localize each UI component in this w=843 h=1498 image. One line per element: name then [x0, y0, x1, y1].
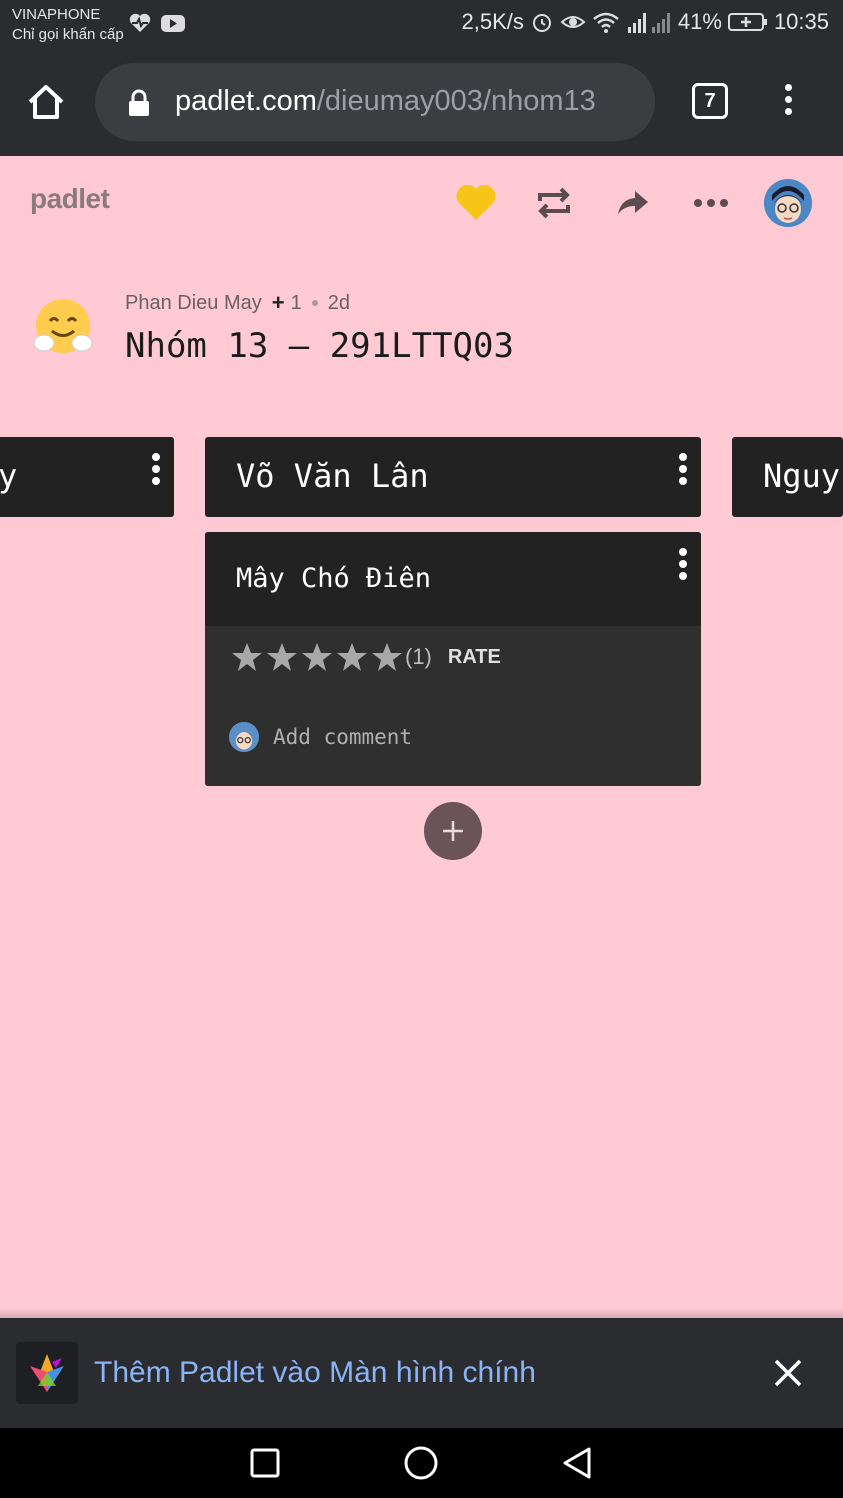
star-icon[interactable]	[336, 642, 368, 672]
column-title: Nguy	[763, 457, 841, 495]
column-header-left[interactable]: y	[0, 437, 174, 517]
system-nav-bar	[0, 1428, 843, 1498]
back-button[interactable]	[557, 1443, 597, 1483]
padlet-app-icon	[16, 1342, 78, 1404]
youtube-icon	[161, 15, 185, 32]
contributors-count: 1	[290, 291, 302, 314]
star-icon[interactable]	[231, 642, 263, 672]
post-menu-icon[interactable]	[678, 548, 688, 584]
signal-icon	[627, 13, 670, 33]
eye-icon	[560, 16, 586, 28]
repeat-icon	[538, 187, 570, 219]
carrier-info: VINAPHONE Chỉ gọi khẩn cấp	[12, 5, 124, 45]
like-button[interactable]	[453, 180, 499, 226]
commenter-avatar	[229, 722, 259, 752]
add-post-button[interactable]	[424, 802, 482, 860]
battery-icon	[727, 13, 767, 31]
more-vert-icon[interactable]	[776, 80, 800, 124]
post-card[interactable]: Mây Chó Điên (1) RATE Add comment	[205, 532, 701, 786]
plus-icon	[443, 821, 463, 841]
status-indicators: 2,5K/s 41% 10:35	[462, 9, 829, 35]
square-icon	[250, 1448, 280, 1478]
hugging-face-emoji-icon	[32, 296, 94, 358]
wifi-icon	[593, 12, 619, 33]
add-to-homescreen-banner[interactable]: Thêm Padlet vào Màn hình chính	[0, 1318, 843, 1428]
author-name: Phan Dieu May	[125, 291, 262, 314]
rating-stars[interactable]	[231, 642, 403, 672]
avatar-image	[764, 179, 812, 227]
user-avatar[interactable]	[764, 179, 812, 227]
url-text[interactable]: padlet.com/dieumay003/nhom13	[175, 85, 635, 118]
heart-icon	[456, 184, 496, 220]
column-menu-icon[interactable]	[678, 453, 688, 489]
column-title: Võ Văn Lân	[236, 457, 429, 495]
recents-button[interactable]	[245, 1443, 285, 1483]
circle-icon	[404, 1446, 438, 1480]
star-icon[interactable]	[301, 642, 333, 672]
carrier-status: Chỉ gọi khẩn cấp	[12, 26, 124, 43]
clock: 10:35	[773, 9, 829, 34]
close-banner-button[interactable]	[770, 1355, 806, 1391]
post-title: Mây Chó Điên	[236, 563, 432, 594]
tab-switcher-button[interactable]: 7	[692, 83, 728, 119]
share-icon	[618, 191, 648, 214]
column-title: y	[0, 457, 18, 495]
carrier-name: VINAPHONE	[12, 6, 101, 23]
alarm-icon	[532, 14, 551, 32]
column-header-center[interactable]: Võ Văn Lân	[205, 437, 701, 517]
remake-button[interactable]	[531, 180, 577, 226]
star-icon[interactable]	[371, 642, 403, 672]
contributors-plus: +	[271, 290, 285, 315]
padlet-logo[interactable]: padlet	[30, 183, 110, 215]
home-icon	[28, 85, 64, 119]
rating-count: (1)	[405, 644, 432, 669]
column-header-right[interactable]: Nguy	[732, 437, 843, 517]
meta-separator	[311, 300, 318, 306]
status-bar: VINAPHONE Chỉ gọi khẩn cấp 2,5K/s 41% 10…	[0, 0, 843, 50]
home-nav-button[interactable]	[401, 1443, 441, 1483]
battery-percent: 41%	[677, 9, 722, 34]
page-title: Nhóm 13 – 291LTTQ03	[125, 326, 514, 366]
more-horiz-icon	[694, 199, 728, 207]
net-speed: 2,5K/s	[461, 9, 524, 34]
more-options-button[interactable]	[688, 180, 734, 226]
share-button[interactable]	[610, 180, 656, 226]
back-triangle-icon	[563, 1447, 591, 1479]
add-to-homescreen-text[interactable]: Thêm Padlet vào Màn hình chính	[94, 1356, 536, 1390]
home-button[interactable]	[24, 80, 68, 124]
lock-icon	[129, 89, 149, 116]
post-card-header: Mây Chó Điên	[205, 532, 701, 626]
post-age: 2d	[327, 291, 350, 314]
address-bar[interactable]: padlet.com/dieumay003/nhom13	[95, 63, 655, 141]
add-comment-input[interactable]: Add comment	[273, 725, 412, 749]
close-icon	[774, 1359, 802, 1387]
column-menu-icon[interactable]	[151, 453, 161, 489]
url-path: /dieumay003/nhom13	[316, 85, 596, 117]
star-icon[interactable]	[266, 642, 298, 672]
url-domain: padlet.com	[175, 85, 317, 117]
comment-row[interactable]: Add comment	[229, 722, 412, 752]
rating-row: (1) RATE	[231, 642, 501, 672]
notification-icons	[128, 12, 186, 34]
heart-rate-icon	[129, 13, 151, 33]
browser-toolbar: padlet.com/dieumay003/nhom13 7	[0, 50, 843, 156]
rate-button[interactable]: RATE	[448, 646, 501, 669]
padlet-meta: Phan Dieu May + 1 2d	[125, 290, 350, 316]
